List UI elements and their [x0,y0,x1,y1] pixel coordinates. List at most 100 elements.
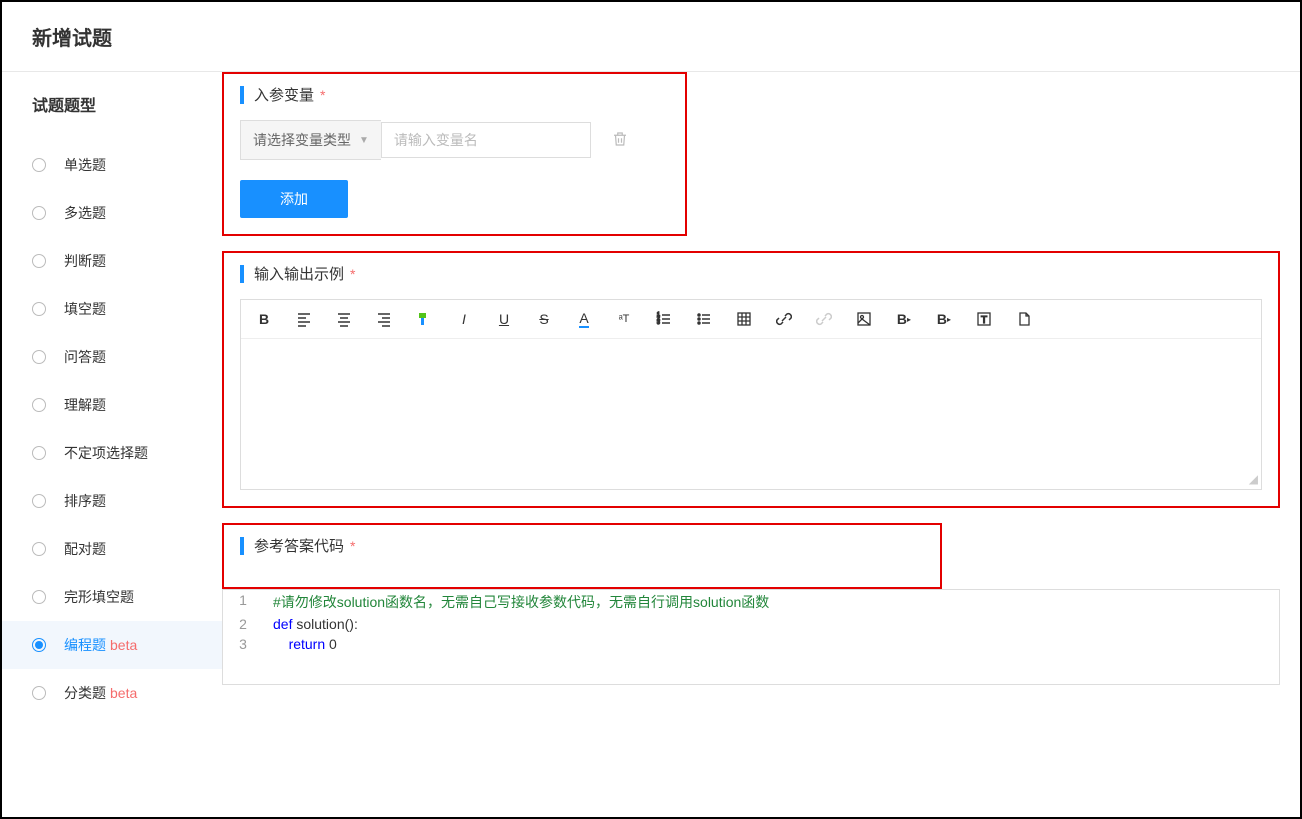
section-input-params: 入参变量 * 请选择变量类型 ▼ 添加 [222,72,687,236]
bold-alt2-icon[interactable]: B▸ [935,310,953,328]
section-header: 参考答案代码 * [240,535,924,556]
line-number: 3 [223,634,263,654]
table-icon[interactable] [735,310,753,328]
type-label: 配对题 [64,539,106,559]
radio-icon [32,590,46,604]
unlink-icon[interactable] [815,310,833,328]
beta-tag: beta [110,637,137,653]
italic-icon[interactable]: I [455,310,473,328]
editor-content-area[interactable]: ◢ [241,339,1261,489]
accent-bar [240,537,244,555]
type-label: 编程题 [64,635,106,655]
file-icon[interactable] [1015,310,1033,328]
code-line: 2 def solution(): [223,614,1279,634]
sidebar-item-type-10[interactable]: 编程题 beta [2,621,222,669]
add-button[interactable]: 添加 [240,180,348,218]
bold-alt-icon[interactable]: B▸ [895,310,913,328]
type-label: 填空题 [64,299,106,319]
sidebar: 试题题型 单选题多选题判断题填空题问答题理解题不定项选择题排序题配对题完形填空题… [2,72,212,817]
svg-text:T: T [981,315,987,326]
editor-toolbar: B I U S A ᵃT 123 [241,300,1261,339]
type-label: 单选题 [64,155,106,175]
ordered-list-icon[interactable]: 123 [655,310,673,328]
section-io-example: 输入输出示例 * B I U S A ᵃT 123 [222,251,1280,508]
required-asterisk: * [320,87,325,103]
sidebar-item-type-9[interactable]: 完形填空题 [32,573,212,621]
sidebar-item-type-7[interactable]: 排序题 [32,477,212,525]
sidebar-item-type-6[interactable]: 不定项选择题 [32,429,212,477]
section-title: 输入输出示例 [254,263,344,284]
align-center-icon[interactable] [335,310,353,328]
type-label: 分类题 [64,683,106,703]
delete-icon[interactable] [611,130,629,151]
font-size-icon[interactable]: ᵃT [615,310,633,328]
radio-icon [32,686,46,700]
bold-icon[interactable]: B [255,310,273,328]
sidebar-item-type-5[interactable]: 理解题 [32,381,212,429]
section-answer-code: 参考答案代码 * [222,523,942,589]
link-icon[interactable] [775,310,793,328]
text-box-icon[interactable]: T [975,310,993,328]
beta-tag: beta [110,685,137,701]
sidebar-item-type-4[interactable]: 问答题 [32,333,212,381]
section-header: 输入输出示例 * [240,263,1262,284]
font-color-icon[interactable]: A [575,310,593,328]
radio-icon [32,494,46,508]
type-label: 排序题 [64,491,106,511]
underline-icon[interactable]: U [495,310,513,328]
line-number: 1 [223,590,263,614]
radio-icon [32,254,46,268]
radio-icon [32,302,46,316]
radio-icon [32,158,46,172]
param-row: 请选择变量类型 ▼ [240,120,669,160]
code-line: 3 return 0 [223,634,1279,654]
sidebar-item-type-0[interactable]: 单选题 [32,141,212,189]
type-label: 理解题 [64,395,106,415]
content-area: 试题题型 单选题多选题判断题填空题问答题理解题不定项选择题排序题配对题完形填空题… [2,72,1300,817]
strikethrough-icon[interactable]: S [535,310,553,328]
type-label: 多选题 [64,203,106,223]
radio-icon [32,350,46,364]
app-frame: 新增试题 试题题型 单选题多选题判断题填空题问答题理解题不定项选择题排序题配对题… [0,0,1302,819]
rich-text-editor: B I U S A ᵃT 123 [240,299,1262,490]
radio-icon [32,542,46,556]
type-label: 问答题 [64,347,106,367]
question-type-list: 单选题多选题判断题填空题问答题理解题不定项选择题排序题配对题完形填空题编程题 b… [32,141,212,717]
unordered-list-icon[interactable] [695,310,713,328]
sidebar-item-type-8[interactable]: 配对题 [32,525,212,573]
sidebar-item-type-11[interactable]: 分类题 beta [32,669,212,717]
sidebar-item-type-3[interactable]: 填空题 [32,285,212,333]
type-label: 判断题 [64,251,106,271]
section-title: 参考答案代码 [254,535,344,556]
accent-bar [240,265,244,283]
sidebar-item-type-2[interactable]: 判断题 [32,237,212,285]
radio-icon [32,446,46,460]
sidebar-title: 试题题型 [32,92,212,116]
type-label: 不定项选择题 [64,443,148,463]
variable-name-input[interactable] [381,122,591,158]
svg-text:3: 3 [657,320,660,326]
section-title: 入参变量 [254,84,314,105]
align-right-icon[interactable] [375,310,393,328]
code-keyword: return [289,636,326,652]
code-comment: #请勿修改solution函数名，无需自己写接收参数代码，无需自行调用solut… [273,594,769,610]
code-keyword: def [273,616,292,632]
sidebar-item-type-1[interactable]: 多选题 [32,189,212,237]
resize-handle-icon[interactable]: ◢ [1249,472,1258,486]
required-asterisk: * [350,266,355,282]
code-text: 0 [325,636,337,652]
section-header: 入参变量 * [240,84,669,105]
page-header: 新增试题 [2,2,1300,72]
main-panel: 入参变量 * 请选择变量类型 ▼ 添加 [212,72,1300,817]
radio-icon [32,638,46,652]
radio-icon [32,398,46,412]
image-icon[interactable] [855,310,873,328]
code-line: 1 #请勿修改solution函数名，无需自己写接收参数代码，无需自行调用sol… [223,590,1279,614]
accent-bar [240,86,244,104]
align-left-icon[interactable] [295,310,313,328]
format-painter-icon[interactable] [415,310,433,328]
code-editor[interactable]: 1 #请勿修改solution函数名，无需自己写接收参数代码，无需自行调用sol… [222,589,1280,685]
required-asterisk: * [350,538,355,554]
select-placeholder: 请选择变量类型 [253,130,351,150]
variable-type-select[interactable]: 请选择变量类型 ▼ [240,120,381,160]
